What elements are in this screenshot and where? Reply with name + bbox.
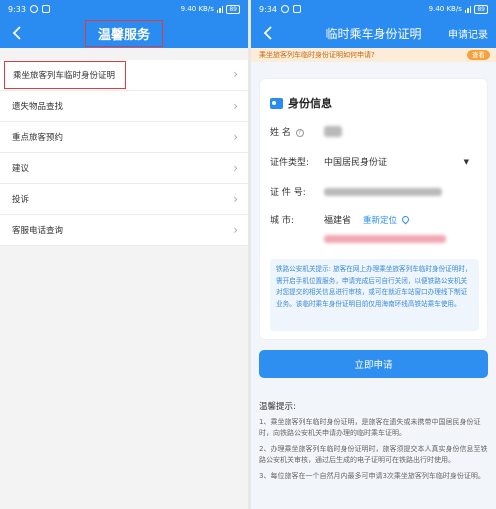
chevron-right-icon: › <box>233 223 238 237</box>
address-row <box>324 235 446 243</box>
chevron-left-icon <box>12 26 21 40</box>
left-screen: 9:33 9.40 KB/s 89 温馨服务 乘坐旅客列车临时身份证明 › 遗失… <box>0 0 248 509</box>
police-notice: 铁路公安机关提示: 旅客在网上办理乘坐旅客列车临时身份证明时，需开启手机位置服务… <box>270 259 479 331</box>
page-title: 温馨服务 <box>84 19 163 47</box>
status-bar: 9:33 9.40 KB/s 89 <box>0 0 248 18</box>
back-button[interactable] <box>259 24 277 42</box>
city-value: 福建省 <box>324 216 352 226</box>
back-button[interactable] <box>8 24 26 42</box>
chevron-right-icon: › <box>233 161 238 175</box>
location-pin-icon <box>400 214 411 225</box>
dropdown-arrow-icon: ▼ <box>463 157 469 166</box>
alarm-icon <box>29 5 38 13</box>
network-speed: 9.40 KB/s <box>180 5 214 13</box>
tip-item: 3、每位旅客在一个自然月内最多可申请3次乘坐旅客列车临时身份证明。 <box>259 472 485 480</box>
network-speed: 9.40 KB/s <box>428 5 462 13</box>
menu-item-label: 投诉 <box>12 195 30 205</box>
menu-item-label: 乘坐旅客列车临时身份证明 <box>13 71 116 81</box>
chevron-right-icon: › <box>233 192 238 206</box>
alarm-icon <box>280 5 289 13</box>
signal-icon <box>216 5 224 13</box>
menu-item-temp-id[interactable]: 乘坐旅客列车临时身份证明 › <box>0 60 248 91</box>
chevron-right-icon: › <box>233 130 238 144</box>
chevron-left-icon <box>263 26 272 40</box>
name-row: 姓 名 ? <box>270 125 342 138</box>
menu-item-label: 客服电话查询 <box>12 226 64 236</box>
id-number-field[interactable] <box>324 187 442 196</box>
status-time: 9:34 <box>259 4 277 14</box>
card-heading: 身份信息 <box>288 97 332 110</box>
tips-section: 温馨提示: 1、乘坐旅客列车临时身份证明，是旅客在遗失或未携带中国居民身份证时，… <box>259 402 488 487</box>
page-title: 临时乘车身份证明 <box>325 26 422 41</box>
right-screen: 9:34 9.40 KB/s 89 临时乘车身份证明 申请记录 乘坐旅客列车临时… <box>251 0 496 509</box>
apply-now-button[interactable]: 立即申请 <box>259 350 488 378</box>
menu-item-key-passenger[interactable]: 重点旅客预约 › <box>0 122 248 153</box>
id-type-select[interactable]: 中国居民身份证 <box>324 155 387 168</box>
menu-item-hotline[interactable]: 客服电话查询 › <box>0 215 248 246</box>
relocate-link[interactable]: 重新定位 <box>363 214 397 226</box>
id-type-row[interactable]: 证件类型: 中国居民身份证 ▼ <box>270 155 479 169</box>
city-label: 城 市: <box>270 216 294 226</box>
chevron-right-icon: › <box>233 99 238 113</box>
view-button[interactable]: 查看 <box>467 50 490 60</box>
application-records-link[interactable]: 申请记录 <box>448 26 488 41</box>
nav-bar: 温馨服务 <box>0 18 248 48</box>
nav-bar: 临时乘车身份证明 申请记录 <box>251 18 496 48</box>
notification-icon <box>292 5 301 13</box>
menu-item-label: 遗失物品查找 <box>12 102 64 112</box>
name-label: 姓 名 ? <box>270 125 324 138</box>
signal-icon <box>464 5 472 13</box>
tips-title: 温馨提示: <box>259 402 296 412</box>
menu-item-label: 重点旅客预约 <box>12 133 64 143</box>
help-banner[interactable]: 乘坐旅客列车临时身份证明如何申请? 查看 <box>251 48 496 62</box>
address-field[interactable] <box>324 235 446 243</box>
notification-icon <box>41 5 50 13</box>
battery-icon: 89 <box>474 4 488 14</box>
menu-item-lost-items[interactable]: 遗失物品查找 › <box>0 91 248 122</box>
tip-item: 1、乘坐旅客列车临时身份证明，是旅客在遗失或未携带中国居民身份证时，向铁路公安机… <box>259 418 481 437</box>
menu-item-complaint[interactable]: 投诉 › <box>0 184 248 215</box>
menu-item-suggestion[interactable]: 建议 › <box>0 153 248 184</box>
city-row: 城 市: 福建省 重新定位 <box>270 213 411 226</box>
id-number-label: 证 件 号: <box>270 188 306 198</box>
identity-card: 身份信息 姓 名 ? 证件类型: 中国居民身份证 ▼ 证 件 号: 城 市: 福… <box>259 78 488 340</box>
menu-item-label: 建议 <box>12 164 30 174</box>
tip-item: 2、办理乘坐旅客列车临时身份证明时，旅客须提交本人真实身份信息至铁路公安机关审核… <box>259 445 488 464</box>
name-field[interactable] <box>324 126 342 137</box>
chevron-right-icon: › <box>233 67 238 81</box>
banner-text: 乘坐旅客列车临时身份证明如何申请? <box>259 51 375 59</box>
id-card-icon <box>270 97 283 109</box>
id-number-row: 证 件 号: <box>270 185 442 198</box>
id-type-label: 证件类型: <box>270 158 310 168</box>
service-menu: 乘坐旅客列车临时身份证明 › 遗失物品查找 › 重点旅客预约 › 建议 › 投诉… <box>0 60 248 246</box>
status-time: 9:33 <box>8 4 26 14</box>
help-icon[interactable]: ? <box>295 128 304 137</box>
battery-icon: 89 <box>226 4 240 14</box>
status-bar: 9:34 9.40 KB/s 89 <box>251 0 496 18</box>
